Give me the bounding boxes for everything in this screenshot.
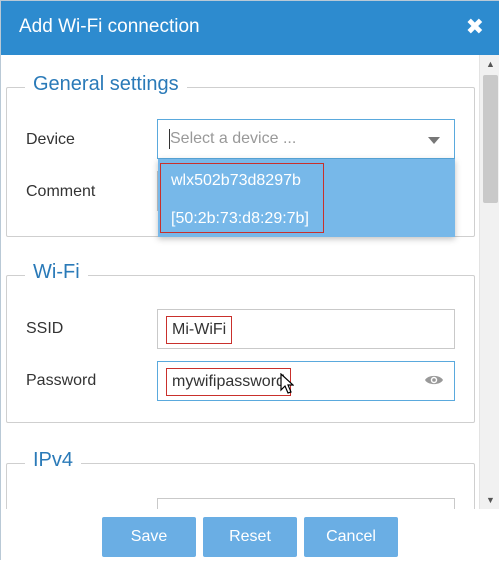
ssid-label: SSID (26, 320, 64, 337)
ipv4-legend: IPv4 (25, 449, 82, 472)
wifi-section: Wi-Fi SSID Mi-WiFi Password mywifipasswo… (6, 261, 475, 423)
scroll-down-icon[interactable]: ▼ (480, 493, 499, 507)
dropdown-option[interactable]: wlx502b73d8297b [50:2b:73:d8:29:7b] (160, 163, 324, 233)
mouse-cursor-icon (280, 373, 294, 394)
device-dropdown-list: wlx502b73d8297b [50:2b:73:d8:29:7b] (158, 159, 455, 237)
general-settings-legend: General settings (25, 73, 187, 96)
dialog-content: General settings Device Select a device … (1, 55, 479, 509)
scroll-up-icon[interactable]: ▲ (480, 57, 499, 71)
scrollbar-thumb[interactable] (483, 75, 498, 203)
password-value: mywifipassword (166, 368, 291, 396)
close-icon[interactable]: ✖ (466, 14, 484, 40)
vertical-scrollbar[interactable]: ▲ ▼ (479, 55, 499, 509)
device-label: Device (26, 131, 75, 148)
comment-label: Comment (26, 183, 96, 200)
ssid-field[interactable]: Mi-WiFi (157, 309, 455, 349)
wifi-legend: Wi-Fi (25, 261, 88, 284)
save-button[interactable]: Save (102, 517, 196, 557)
dialog-footer: Save Reset Cancel (1, 509, 499, 561)
reset-button[interactable]: Reset (203, 517, 297, 557)
dialog-title: Add Wi-Fi connection (19, 16, 200, 37)
ssid-value: Mi-WiFi (166, 316, 233, 344)
add-wifi-dialog: Add Wi-Fi connection ✖ General settings … (0, 0, 499, 561)
ipv4-section: IPv4 (6, 449, 475, 509)
password-label: Password (26, 372, 97, 389)
device-option-mac: [50:2b:73:d8:29:7b] (171, 210, 309, 227)
device-option-name: wlx502b73d8297b (171, 172, 301, 189)
device-placeholder: Select a device ... (170, 130, 297, 147)
chevron-down-icon[interactable] (428, 137, 440, 144)
password-field[interactable]: mywifipassword (157, 361, 455, 401)
eye-icon[interactable] (424, 373, 444, 387)
ipv4-field[interactable] (157, 498, 455, 509)
cancel-button[interactable]: Cancel (304, 517, 398, 557)
dialog-titlebar: Add Wi-Fi connection ✖ (1, 1, 499, 55)
device-select[interactable]: Select a device ... (157, 119, 455, 159)
